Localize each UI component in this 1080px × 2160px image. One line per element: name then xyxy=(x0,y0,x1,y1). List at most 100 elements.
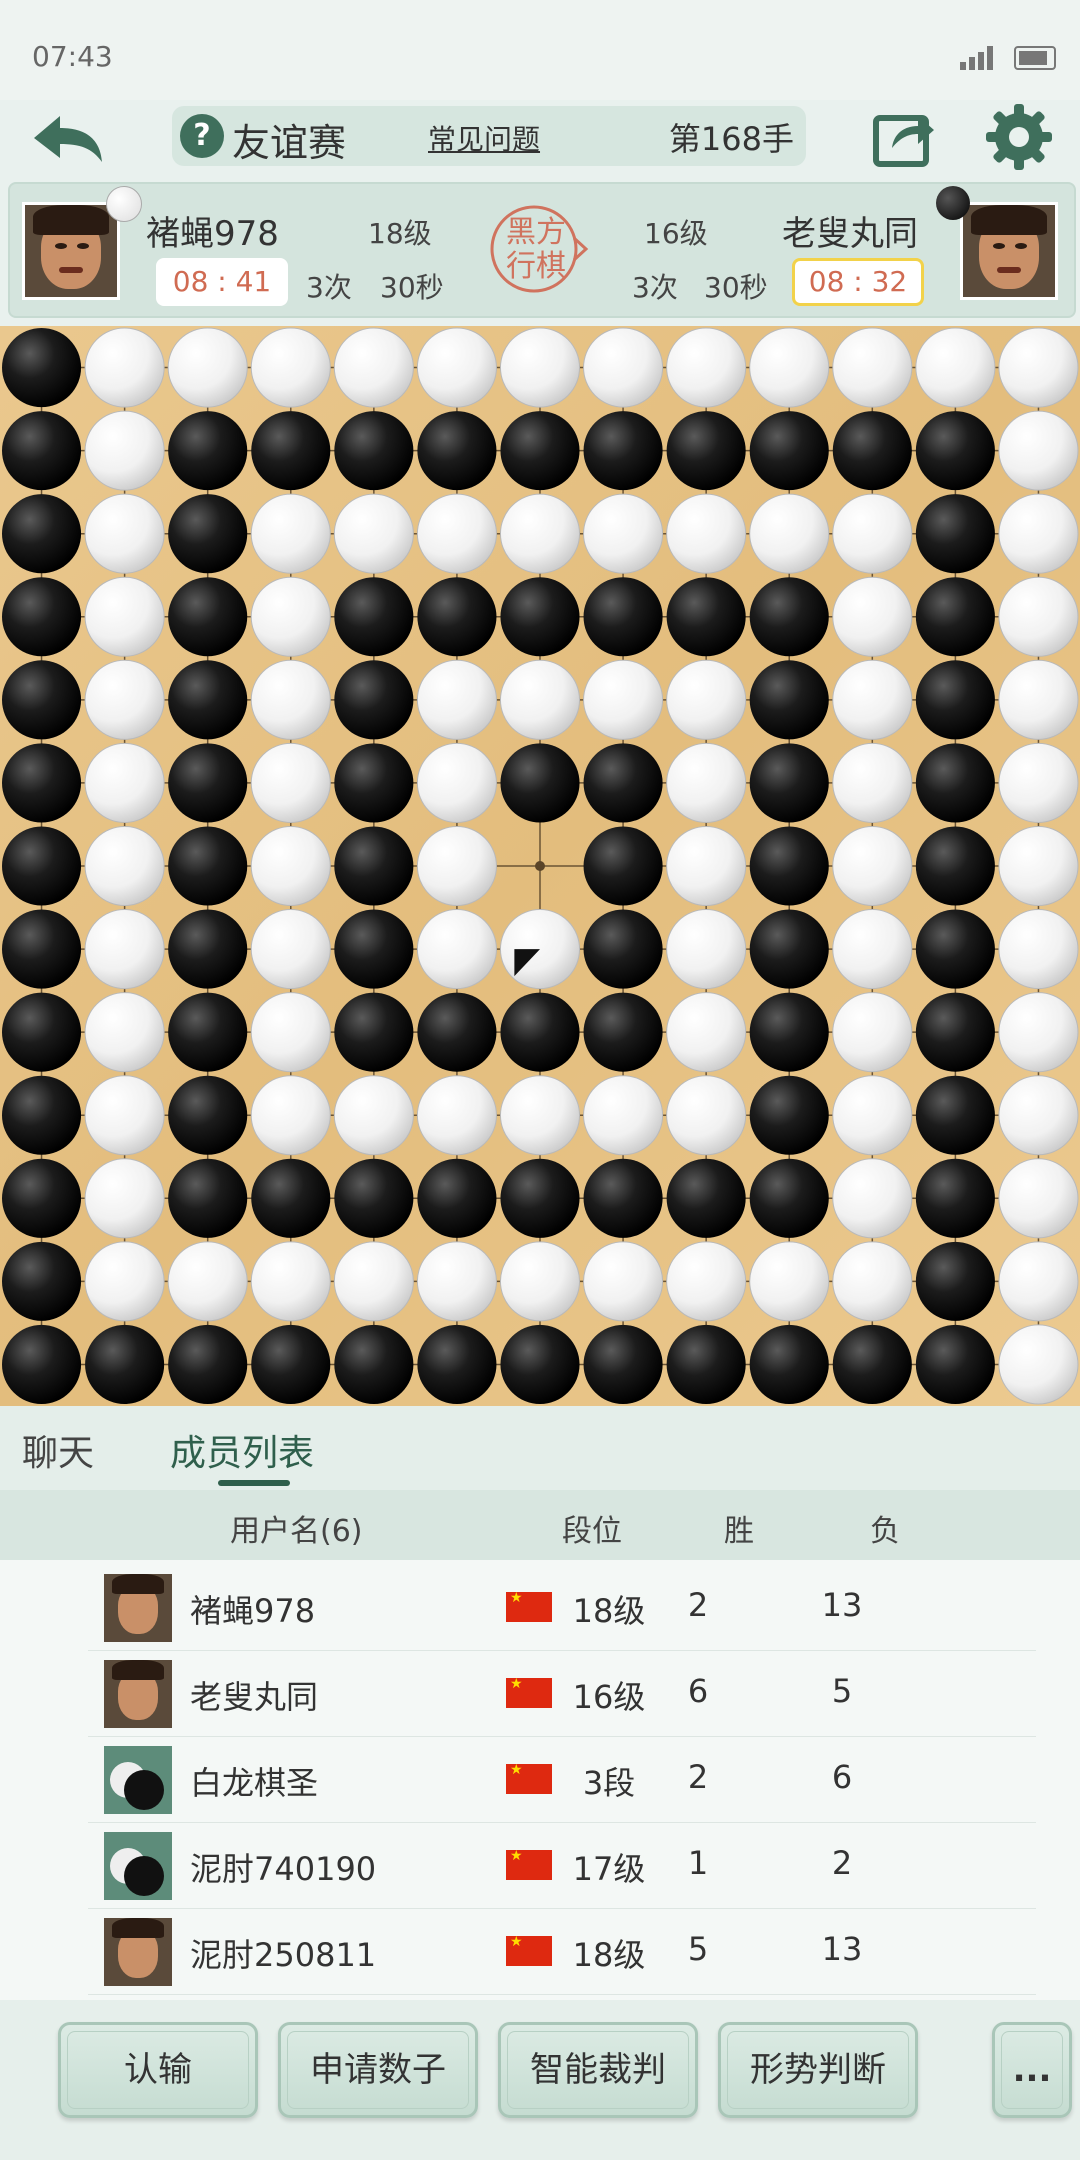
black-stone xyxy=(583,577,663,657)
black-stone xyxy=(500,577,580,657)
back-arrow-icon xyxy=(34,116,102,162)
white-stone xyxy=(84,1158,165,1239)
black-stone xyxy=(749,411,829,491)
tab-chat[interactable]: 聊天 xyxy=(22,1424,94,1476)
black-stone xyxy=(500,992,580,1072)
left-player-avatar[interactable] xyxy=(22,202,120,300)
black-stone xyxy=(2,328,82,408)
china-flag-icon xyxy=(506,1848,552,1880)
white-stone xyxy=(666,327,747,408)
white-stone xyxy=(998,1324,1079,1405)
black-stone xyxy=(334,660,414,740)
black-stone xyxy=(500,1324,580,1404)
position-eval-button[interactable]: 形势判断 xyxy=(718,2022,918,2118)
black-stone xyxy=(666,1158,746,1238)
member-wins: 2 xyxy=(687,1586,709,1624)
black-stone xyxy=(666,411,746,491)
ai-judge-button[interactable]: 智能裁判 xyxy=(498,2022,698,2118)
member-row[interactable]: 泥肘740190 17级 1 2 xyxy=(88,1822,1036,1909)
white-stone xyxy=(832,493,913,574)
white-stone xyxy=(998,909,1079,990)
more-button[interactable]: ... xyxy=(992,2022,1072,2118)
black-stone xyxy=(2,992,82,1072)
member-avatar xyxy=(104,1574,172,1642)
right-player-rank: 16级 xyxy=(644,217,708,250)
white-stone xyxy=(583,1241,664,1322)
white-stone xyxy=(84,576,165,657)
top-bar: ? 友谊赛 常见问题 第168手 xyxy=(0,100,1080,180)
black-stone xyxy=(915,1075,995,1155)
white-stone xyxy=(250,659,331,740)
black-stone xyxy=(500,1158,580,1238)
left-player-rank: 18级 xyxy=(368,217,432,250)
member-row[interactable]: 白龙棋圣 3段 2 6 xyxy=(88,1736,1036,1823)
white-stone xyxy=(583,327,664,408)
black-stone xyxy=(168,494,248,574)
white-stone xyxy=(84,1241,165,1322)
right-player-avatar[interactable] xyxy=(960,202,1058,300)
black-stone xyxy=(915,494,995,574)
help-icon[interactable]: ? xyxy=(180,114,224,158)
white-stone xyxy=(666,1241,747,1322)
black-stone xyxy=(2,1158,82,1238)
black-stone xyxy=(749,826,829,906)
black-stone xyxy=(251,411,331,491)
white-stone xyxy=(250,1075,331,1156)
member-name: 褚蝇978 xyxy=(190,1592,316,1630)
black-stone xyxy=(666,1324,746,1404)
faq-link[interactable]: 常见问题 xyxy=(428,118,540,158)
black-stone xyxy=(915,1241,995,1321)
tab-members[interactable]: 成员列表 xyxy=(170,1424,314,1476)
white-stone xyxy=(666,909,747,990)
china-flag-icon xyxy=(506,1762,552,1794)
black-stone xyxy=(2,826,82,906)
black-stone xyxy=(417,411,497,491)
black-stone xyxy=(168,577,248,657)
black-stone xyxy=(500,743,580,823)
black-stone xyxy=(915,826,995,906)
white-stone xyxy=(250,825,331,907)
white-stone xyxy=(84,659,165,740)
white-stone xyxy=(998,493,1079,574)
header-wins: 胜 xyxy=(724,1514,754,1549)
member-losses: 6 xyxy=(831,1758,853,1796)
white-stone xyxy=(666,659,747,740)
white-stone xyxy=(250,992,331,1073)
black-stone xyxy=(583,826,663,906)
request-count-button[interactable]: 申请数子 xyxy=(278,2022,478,2118)
white-stone xyxy=(84,410,165,491)
panel-tabs: 聊天 成员列表 xyxy=(0,1406,1080,1490)
black-stone xyxy=(915,992,995,1072)
member-avatar xyxy=(104,1832,172,1900)
member-row[interactable]: 褚蝇978 18级 2 13 xyxy=(88,1564,1036,1651)
white-stone xyxy=(998,825,1079,907)
back-button[interactable] xyxy=(30,112,106,168)
share-button[interactable] xyxy=(872,104,936,168)
member-wins: 5 xyxy=(687,1930,709,1968)
battery-icon xyxy=(1014,46,1056,70)
member-rank: 16级 xyxy=(572,1678,646,1716)
go-board[interactable] xyxy=(0,326,1080,1406)
member-rank: 17级 xyxy=(572,1850,646,1888)
resign-button[interactable]: 认输 xyxy=(58,2022,258,2118)
white-stone xyxy=(832,742,913,823)
white-stone xyxy=(666,493,747,574)
black-stone xyxy=(832,411,912,491)
white-stone xyxy=(832,992,913,1073)
black-stone xyxy=(334,826,414,906)
white-stone xyxy=(84,493,165,574)
black-stone xyxy=(915,1158,995,1238)
black-stone xyxy=(168,1158,248,1238)
board-canvas[interactable] xyxy=(0,326,1080,1406)
settings-button[interactable] xyxy=(984,102,1054,172)
member-avatar xyxy=(104,1746,172,1814)
black-stone xyxy=(2,743,82,823)
member-name: 泥肘740190 xyxy=(190,1850,377,1888)
member-row[interactable]: 老叟丸同 16级 6 5 xyxy=(88,1650,1036,1737)
member-row[interactable]: 泥肘250811 18级 5 13 xyxy=(88,1908,1036,1995)
china-flag-icon xyxy=(506,1676,552,1708)
right-player-byoyomi-count: 3次 xyxy=(632,271,678,304)
white-stone xyxy=(583,1075,664,1156)
black-stone xyxy=(334,909,414,989)
white-stone xyxy=(416,742,497,823)
